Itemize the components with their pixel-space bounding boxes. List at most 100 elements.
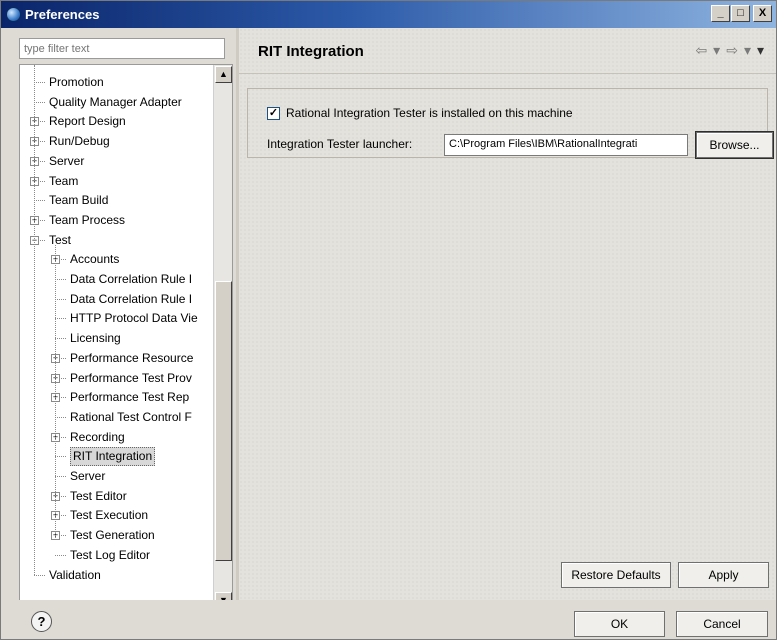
tree-item[interactable]: + Team: [20, 172, 212, 191]
tree-connector: [55, 416, 66, 418]
tree-item[interactable]: + Test Editor: [20, 487, 212, 506]
window-title: Preferences: [25, 7, 100, 22]
tree-item[interactable]: + Test Generation: [20, 526, 212, 545]
tree-item[interactable]: RIT Integration: [20, 447, 212, 467]
tree-connector: [55, 456, 66, 458]
tree-item[interactable]: HTTP Protocol Data Vie: [20, 309, 212, 328]
dialog-button-bar: ? OK Cancel: [1, 600, 776, 639]
launcher-label: Integration Tester launcher:: [267, 137, 413, 151]
installed-checkbox[interactable]: ✓: [267, 106, 280, 120]
tree-connector: [34, 82, 45, 83]
tree-item[interactable]: Team Build: [20, 191, 212, 210]
restore-defaults-button[interactable]: Restore Defaults: [561, 562, 671, 588]
tree-item[interactable]: + Performance Test Rep: [20, 388, 212, 407]
tree-item-label: HTTP Protocol Data Vie: [70, 311, 198, 326]
tree-connector: [34, 101, 45, 103]
scroll-up-icon[interactable]: ▲: [215, 66, 232, 83]
tree-item-label: Test Log Editor: [70, 547, 151, 562]
tree-item[interactable]: + Performance Test Prov: [20, 369, 212, 388]
forward-icon[interactable]: ⇨: [726, 42, 738, 59]
tree-item-label: Report Design: [49, 114, 126, 129]
preferences-tree: Promotion Quality Manager Adapter + Report …: [19, 64, 233, 630]
tree-item[interactable]: − Test: [20, 231, 212, 250]
tree-item[interactable]: Licensing: [20, 329, 212, 348]
tree-item-label: Data Correlation Rule I: [70, 291, 193, 306]
tree-item-label: Team: [49, 173, 79, 188]
rit-settings-group: ✓ Rational Integration Tester is install…: [247, 88, 774, 159]
close-icon[interactable]: X: [753, 5, 772, 22]
header-separator: [239, 73, 776, 74]
tree-item-label: Data Correlation Rule I: [70, 272, 193, 286]
maximize-icon[interactable]: □: [731, 5, 750, 22]
app-icon: [6, 7, 21, 22]
tree-item[interactable]: + Server: [20, 152, 212, 171]
tree-connector: [55, 338, 66, 340]
tree-item-label: RIT Integration: [70, 447, 156, 467]
tree-item[interactable]: + Recording: [20, 428, 212, 447]
browse-button[interactable]: Browse...: [695, 131, 774, 159]
tree-vertical-scrollbar[interactable]: ▲ ▼: [213, 65, 232, 610]
installed-checkbox-row[interactable]: ✓ Rational Integration Tester is install…: [267, 106, 573, 120]
tree-item[interactable]: + Report Design: [20, 112, 212, 131]
installed-checkbox-label: Rational Integration Tester is installed…: [286, 106, 573, 120]
tree-item-label: Server: [70, 469, 106, 483]
tree-item-label: Performance Test Rep: [70, 390, 190, 405]
tree-connector: [55, 298, 66, 300]
tree-item-label: Promotion: [49, 75, 104, 89]
tree-item-label: Recording: [70, 429, 125, 444]
tree-item-label: Validation: [49, 567, 101, 582]
tree-item-label: Run/Debug: [49, 134, 110, 149]
tree-item[interactable]: Server: [20, 467, 212, 486]
tree-rows: Promotion Quality Manager Adapter + Report …: [20, 65, 212, 597]
tree-item-label: Accounts: [70, 252, 120, 267]
tree-item-label: Test: [49, 232, 72, 247]
tree-item-label: Performance Test Prov: [70, 370, 192, 385]
tree-item[interactable]: + Performance Resource: [20, 349, 212, 368]
tree-item[interactable]: Validation: [20, 566, 212, 585]
back-dropdown-icon[interactable]: ▾: [713, 42, 720, 59]
tree-item[interactable]: Promotion: [20, 73, 212, 92]
tree-item[interactable]: Test Log Editor: [20, 546, 212, 565]
cancel-button[interactable]: Cancel: [676, 611, 768, 637]
tree-item[interactable]: Data Correlation Rule I: [20, 270, 212, 289]
history-navigation: ⇦ ▾ ⇨ ▾ ▾: [695, 42, 764, 59]
apply-button[interactable]: Apply: [678, 562, 769, 588]
title-bar[interactable]: Preferences _ □ X: [1, 1, 776, 28]
tree-connector: [34, 200, 45, 202]
tree-connector: [55, 279, 66, 280]
tree-item[interactable]: + Run/Debug: [20, 132, 212, 151]
tree-item-label: Test Generation: [70, 528, 155, 543]
tree-guide-line: [55, 244, 56, 541]
filter-input[interactable]: [19, 38, 225, 59]
tree-item[interactable]: + Test Execution: [20, 506, 212, 525]
preference-page: RIT Integration ⇦ ▾ ⇨ ▾ ▾ ✓ Rational Int…: [239, 28, 776, 600]
tree-item-label: Rational Test Control F: [70, 409, 192, 424]
preferences-navigation: Promotion Quality Manager Adapter +Report …: [14, 34, 234, 630]
launcher-path-field[interactable]: C:\Program Files\IBM\RationalIntegrati: [444, 134, 688, 156]
minimize-icon[interactable]: _: [711, 5, 730, 22]
tree-item-label: Licensing: [70, 331, 121, 346]
tree-item-label: Server: [49, 153, 85, 168]
tree-item[interactable]: Rational Test Control F: [20, 408, 212, 427]
ok-button[interactable]: OK: [574, 611, 665, 637]
tree-connector: [55, 476, 66, 477]
page-title: RIT Integration: [258, 43, 364, 60]
tree-item-label: Performance Resource: [70, 350, 194, 365]
tree-connector: [55, 554, 66, 556]
tree-guide-line: [34, 65, 35, 575]
back-icon[interactable]: ⇦: [695, 42, 707, 59]
preferences-window: Preferences _ □ X Promotion Quality Manag…: [0, 0, 777, 640]
forward-dropdown-icon[interactable]: ▾: [744, 42, 751, 59]
tree-item[interactable]: + Accounts: [20, 250, 212, 269]
tree-connector: [55, 318, 66, 320]
tree-item[interactable]: Data Correlation Rule I: [20, 290, 212, 309]
view-menu-icon[interactable]: ▾: [757, 42, 764, 59]
tree-item[interactable]: Quality Manager Adapter: [20, 93, 212, 112]
tree-item-label: Test Execution: [70, 508, 149, 523]
window-controls: _ □ X: [711, 5, 772, 22]
help-icon[interactable]: ?: [31, 611, 52, 632]
tree-item-label: Test Editor: [70, 488, 127, 503]
page-header: RIT Integration ⇦ ▾ ⇨ ▾ ▾: [239, 28, 776, 73]
tree-item[interactable]: + Team Process: [20, 211, 212, 230]
vertical-scroll-thumb[interactable]: [215, 281, 232, 561]
